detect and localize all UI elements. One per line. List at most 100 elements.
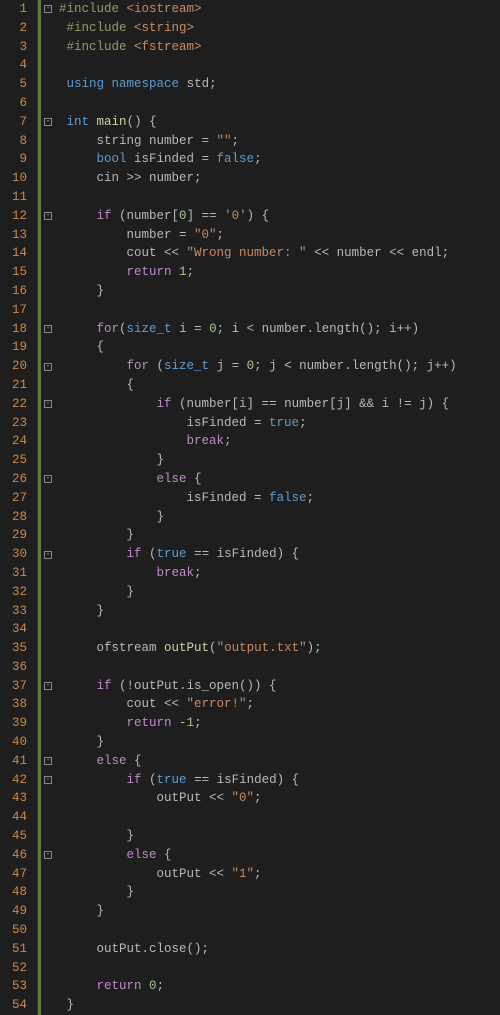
code-token: cout <<	[59, 246, 187, 260]
code-line[interactable]: isFinded = true;	[59, 414, 500, 433]
fold-toggle-icon[interactable]: -	[41, 0, 55, 19]
code-token: }	[59, 998, 74, 1012]
code-line[interactable]: cout << "Wrong number: " << number << en…	[59, 244, 500, 263]
code-line[interactable]: }	[59, 883, 500, 902]
fold-spacer	[41, 602, 55, 621]
code-content[interactable]: #include <iostream> #include <string> #i…	[55, 0, 500, 1015]
code-line[interactable]: #include <iostream>	[59, 0, 500, 19]
code-line[interactable]: #include <string>	[59, 19, 500, 38]
code-line[interactable]: }	[59, 996, 500, 1015]
code-line[interactable]: cin >> number;	[59, 169, 500, 188]
code-line[interactable]: cout << "error!";	[59, 695, 500, 714]
code-token: 1	[179, 265, 187, 279]
fold-spacer	[41, 526, 55, 545]
code-line[interactable]: return 1;	[59, 263, 500, 282]
code-line[interactable]: }	[59, 602, 500, 621]
fold-spacer	[41, 620, 55, 639]
code-line[interactable]: number = "0";	[59, 226, 500, 245]
code-token: std;	[179, 77, 217, 91]
fold-toggle-icon[interactable]: -	[41, 545, 55, 564]
code-line[interactable]: }	[59, 282, 500, 301]
code-line[interactable]: else {	[59, 752, 500, 771]
code-line[interactable]: outPut.close();	[59, 940, 500, 959]
code-line[interactable]	[59, 808, 500, 827]
line-number: 17	[0, 301, 27, 320]
code-line[interactable]: if (!outPut.is_open()) {	[59, 677, 500, 696]
fold-spacer	[41, 789, 55, 808]
code-line[interactable]: outPut << "0";	[59, 789, 500, 808]
code-line[interactable]: outPut << "1";	[59, 865, 500, 884]
code-line[interactable]: else {	[59, 846, 500, 865]
code-token	[59, 209, 97, 223]
code-token: cout <<	[59, 697, 187, 711]
code-token: -	[172, 716, 187, 730]
code-token: ; i < number.length(); i++)	[217, 322, 420, 336]
code-line[interactable]: if (true == isFinded) {	[59, 545, 500, 564]
code-token: return	[127, 265, 172, 279]
code-token: }	[59, 904, 104, 918]
fold-spacer	[41, 38, 55, 57]
code-line[interactable]: isFinded = false;	[59, 489, 500, 508]
fold-toggle-icon[interactable]: -	[41, 395, 55, 414]
code-token	[59, 265, 127, 279]
code-line[interactable]: bool isFinded = false;	[59, 150, 500, 169]
fold-toggle-icon[interactable]: -	[41, 752, 55, 771]
code-line[interactable]: return -1;	[59, 714, 500, 733]
code-token	[59, 773, 127, 787]
code-token: ;	[307, 491, 315, 505]
code-line[interactable]: }	[59, 526, 500, 545]
code-token: 0	[179, 209, 187, 223]
fold-toggle-icon[interactable]: -	[41, 470, 55, 489]
fold-toggle-icon[interactable]: -	[41, 677, 55, 696]
fold-spacer	[41, 432, 55, 451]
code-line[interactable]: {	[59, 376, 500, 395]
code-line[interactable]: return 0;	[59, 977, 500, 996]
fold-toggle-icon[interactable]: -	[41, 320, 55, 339]
code-line[interactable]: }	[59, 827, 500, 846]
fold-toggle-icon[interactable]: -	[41, 846, 55, 865]
code-line[interactable]: }	[59, 733, 500, 752]
code-line[interactable]: ofstream outPut("output.txt");	[59, 639, 500, 658]
code-token	[59, 21, 67, 35]
code-line[interactable]	[59, 959, 500, 978]
code-line[interactable]: }	[59, 451, 500, 470]
code-line[interactable]: for (size_t j = 0; j < number.length(); …	[59, 357, 500, 376]
code-line[interactable]: break;	[59, 432, 500, 451]
code-line[interactable]: {	[59, 338, 500, 357]
code-line[interactable]: if (number[0] == '0') {	[59, 207, 500, 226]
code-line[interactable]: for(size_t i = 0; i < number.length(); i…	[59, 320, 500, 339]
code-line[interactable]	[59, 658, 500, 677]
code-token: using	[67, 77, 105, 91]
fold-spacer	[41, 714, 55, 733]
code-line[interactable]: else {	[59, 470, 500, 489]
fold-spacer	[41, 169, 55, 188]
fold-toggle-icon[interactable]: -	[41, 113, 55, 132]
code-line[interactable]	[59, 94, 500, 113]
line-number: 7	[0, 113, 27, 132]
line-number: 21	[0, 376, 27, 395]
code-line[interactable]: break;	[59, 564, 500, 583]
fold-spacer	[41, 282, 55, 301]
line-number: 53	[0, 977, 27, 996]
code-line[interactable]	[59, 301, 500, 320]
code-line[interactable]	[59, 56, 500, 75]
fold-spacer	[41, 489, 55, 508]
code-line[interactable]	[59, 188, 500, 207]
fold-toggle-icon[interactable]: -	[41, 207, 55, 226]
code-line[interactable]: if (number[i] == number[j] && i != j) {	[59, 395, 500, 414]
code-line[interactable]: }	[59, 508, 500, 527]
code-line[interactable]	[59, 620, 500, 639]
code-line[interactable]: int main() {	[59, 113, 500, 132]
code-line[interactable]	[59, 921, 500, 940]
code-token	[104, 77, 112, 91]
fold-spacer	[41, 639, 55, 658]
code-line[interactable]: using namespace std;	[59, 75, 500, 94]
code-line[interactable]: #include <fstream>	[59, 38, 500, 57]
fold-toggle-icon[interactable]: -	[41, 771, 55, 790]
code-line[interactable]: }	[59, 583, 500, 602]
fold-toggle-icon[interactable]: -	[41, 357, 55, 376]
code-line[interactable]: if (true == isFinded) {	[59, 771, 500, 790]
code-line[interactable]: }	[59, 902, 500, 921]
code-line[interactable]: string number = "";	[59, 132, 500, 151]
fold-spacer	[41, 338, 55, 357]
